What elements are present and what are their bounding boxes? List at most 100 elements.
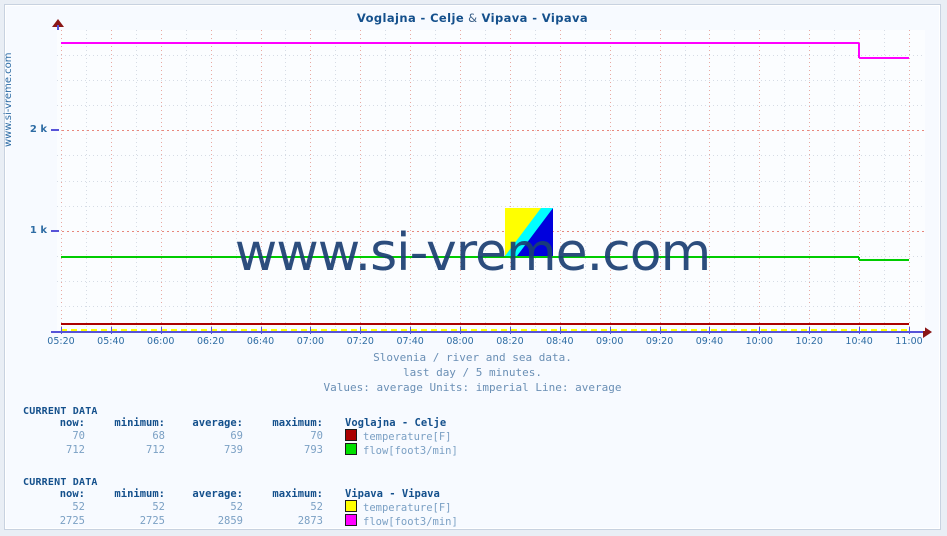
cell-minimum: 712	[146, 444, 165, 456]
x-tick-mark	[759, 327, 761, 334]
series-segment	[709, 322, 760, 325]
cell-maximum: 70	[310, 430, 323, 442]
series-segment	[160, 41, 211, 44]
series-segment	[410, 322, 461, 325]
x-tick-mark	[110, 327, 112, 334]
series-segment	[61, 41, 111, 44]
series-segment	[61, 322, 111, 325]
series-segment	[759, 41, 810, 44]
x-tick-label: 06:00	[147, 336, 175, 347]
plot-area	[57, 30, 925, 331]
header-maximum: maximum:	[272, 488, 323, 500]
table-row: 70 68 69 70 temperature[F]	[23, 429, 458, 443]
grid-line-horizontal-minor	[57, 80, 925, 82]
series-segment	[659, 322, 710, 325]
x-tick-label: 09:20	[645, 336, 674, 347]
series-legend-item: temperature[F]	[323, 500, 458, 514]
x-tick-mark	[509, 327, 511, 334]
cell-minimum: 52	[152, 501, 165, 513]
center-watermark: www.si-vreme.com	[234, 223, 712, 283]
legend-swatch-icon	[345, 443, 357, 455]
series-segment	[509, 41, 560, 44]
series-segment	[61, 328, 909, 331]
series-segment	[310, 322, 361, 325]
series-segment	[559, 41, 610, 44]
series-segment	[410, 41, 461, 44]
series-segment	[509, 322, 560, 325]
header-station: Vipava - Vipava	[345, 488, 440, 500]
x-tick-mark	[809, 327, 811, 334]
header-now: now:	[59, 417, 85, 429]
series-segment	[460, 41, 510, 44]
cell-average: 2859	[217, 515, 243, 527]
series-segment	[859, 322, 909, 325]
series-segment	[709, 41, 760, 44]
x-tick-label: 10:00	[745, 336, 774, 347]
x-tick-mark	[260, 327, 262, 334]
y-tick-label: 2 k	[29, 124, 47, 136]
series-label: flow[foot3/min]	[363, 445, 458, 457]
series-segment	[360, 41, 411, 44]
series-segment	[260, 41, 311, 44]
table-caption-1: CURRENT DATA	[23, 406, 98, 417]
x-tick-mark	[210, 327, 212, 334]
grid-line-horizontal-minor	[57, 155, 925, 157]
grid-line-horizontal-minor	[57, 105, 925, 107]
table-row: 2725 2725 2859 2873 flow[foot3/min]	[23, 514, 458, 528]
header-maximum: maximum:	[272, 417, 323, 429]
series-label: flow[foot3/min]	[363, 516, 458, 528]
series-segment	[210, 41, 261, 44]
subtitle-line-3: Values: average Units: imperial Line: av…	[323, 381, 622, 394]
subtitle-line-2: last day / 5 minutes.	[402, 366, 543, 379]
grid-line-horizontal-minor	[57, 305, 925, 307]
x-tick-label: 06:40	[246, 336, 275, 347]
series-label: temperature[F]	[363, 431, 452, 443]
chart-title: Voglajna - Celje & Vipava - Vipava	[5, 11, 940, 25]
x-tick-mark	[61, 327, 62, 334]
series-legend-item: flow[foot3/min]	[323, 443, 458, 457]
series-segment	[260, 322, 311, 325]
chart-panel: Voglajna - Celje & Vipava - Vipava www.s…	[3, 4, 941, 530]
header-average: average:	[192, 417, 243, 429]
x-tick-label: 05:20	[47, 336, 75, 347]
series-legend-item: temperature[F]	[323, 429, 458, 443]
series-segment	[110, 322, 161, 325]
table-header-row: now: minimum: average: maximum: Voglajna…	[23, 417, 458, 429]
chart-title-ampersand: &	[464, 11, 482, 25]
cell-now: 70	[72, 430, 85, 442]
series-segment	[460, 322, 510, 325]
cell-maximum: 52	[310, 501, 323, 513]
x-tick-label: 09:00	[596, 336, 624, 347]
x-tick-label: 07:00	[296, 336, 325, 347]
x-tick-mark	[559, 327, 561, 334]
x-tick-label: 05:40	[97, 336, 125, 347]
header-average: average:	[192, 488, 243, 500]
header-station: Voglajna - Celje	[345, 417, 447, 429]
x-tick-label: 09:40	[695, 336, 724, 347]
cell-minimum: 2725	[139, 515, 165, 527]
current-data-table-voglajna: CURRENT DATA now: minimum: average: maxi…	[23, 406, 458, 457]
series-segment	[559, 322, 610, 325]
series-step	[858, 42, 861, 58]
x-tick-mark	[160, 327, 162, 334]
cell-average: 739	[224, 444, 243, 456]
data-table-1: now: minimum: average: maximum: Voglajna…	[23, 417, 458, 457]
legend-swatch-icon	[345, 429, 357, 441]
x-tick-label: 11:00	[895, 336, 923, 347]
chart-title-right: Vipava - Vipava	[481, 11, 589, 25]
chart-title-left: Voglajna - Celje	[356, 11, 465, 25]
x-tick-mark	[909, 327, 910, 334]
series-segment	[609, 322, 660, 325]
series-segment	[809, 322, 860, 325]
legend-swatch-icon	[345, 500, 357, 512]
x-tick-mark	[609, 327, 611, 334]
x-tick-label: 08:00	[446, 336, 474, 347]
legend-swatch-icon	[345, 514, 357, 526]
table-row: 712 712 739 793 flow[foot3/min]	[23, 443, 458, 457]
table-caption-2: CURRENT DATA	[23, 477, 98, 488]
header-now: now:	[59, 488, 85, 500]
series-segment	[809, 41, 860, 44]
x-tick-label: 08:40	[546, 336, 574, 347]
series-segment	[210, 322, 261, 325]
cell-maximum: 2873	[297, 515, 323, 527]
